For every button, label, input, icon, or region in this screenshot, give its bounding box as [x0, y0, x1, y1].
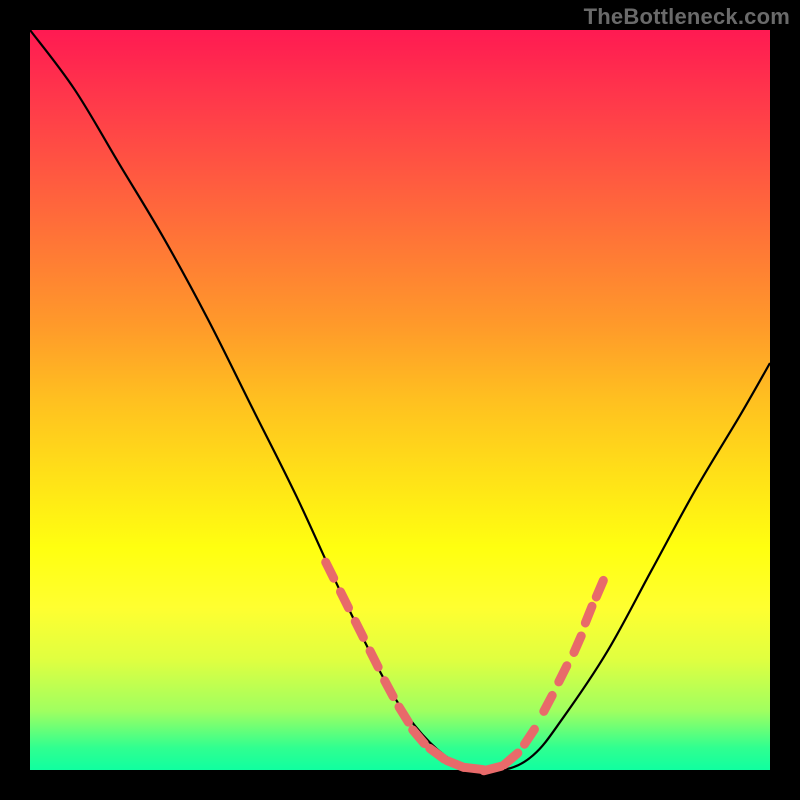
- highlight-dash: [574, 636, 581, 652]
- watermark-text: TheBottleneck.com: [584, 4, 790, 30]
- highlight-dash: [326, 562, 334, 578]
- highlight-dash: [355, 621, 363, 637]
- highlight-dash: [385, 681, 393, 697]
- highlight-dash: [484, 766, 501, 771]
- highlight-dash: [544, 695, 552, 711]
- highlight-dashes: [326, 562, 604, 771]
- highlight-dash: [370, 651, 378, 667]
- highlight-dash: [504, 753, 518, 765]
- bottleneck-curve: [30, 30, 770, 772]
- highlight-dash: [559, 666, 567, 682]
- highlight-dash: [596, 580, 603, 597]
- chart-container: TheBottleneck.com: [0, 0, 800, 800]
- highlight-dash: [399, 707, 408, 722]
- highlight-dash: [585, 606, 592, 623]
- highlight-dash: [340, 592, 348, 608]
- curve-layer: [30, 30, 770, 770]
- highlight-dash: [525, 729, 535, 744]
- highlight-dash: [413, 730, 425, 744]
- highlight-dash: [430, 748, 444, 759]
